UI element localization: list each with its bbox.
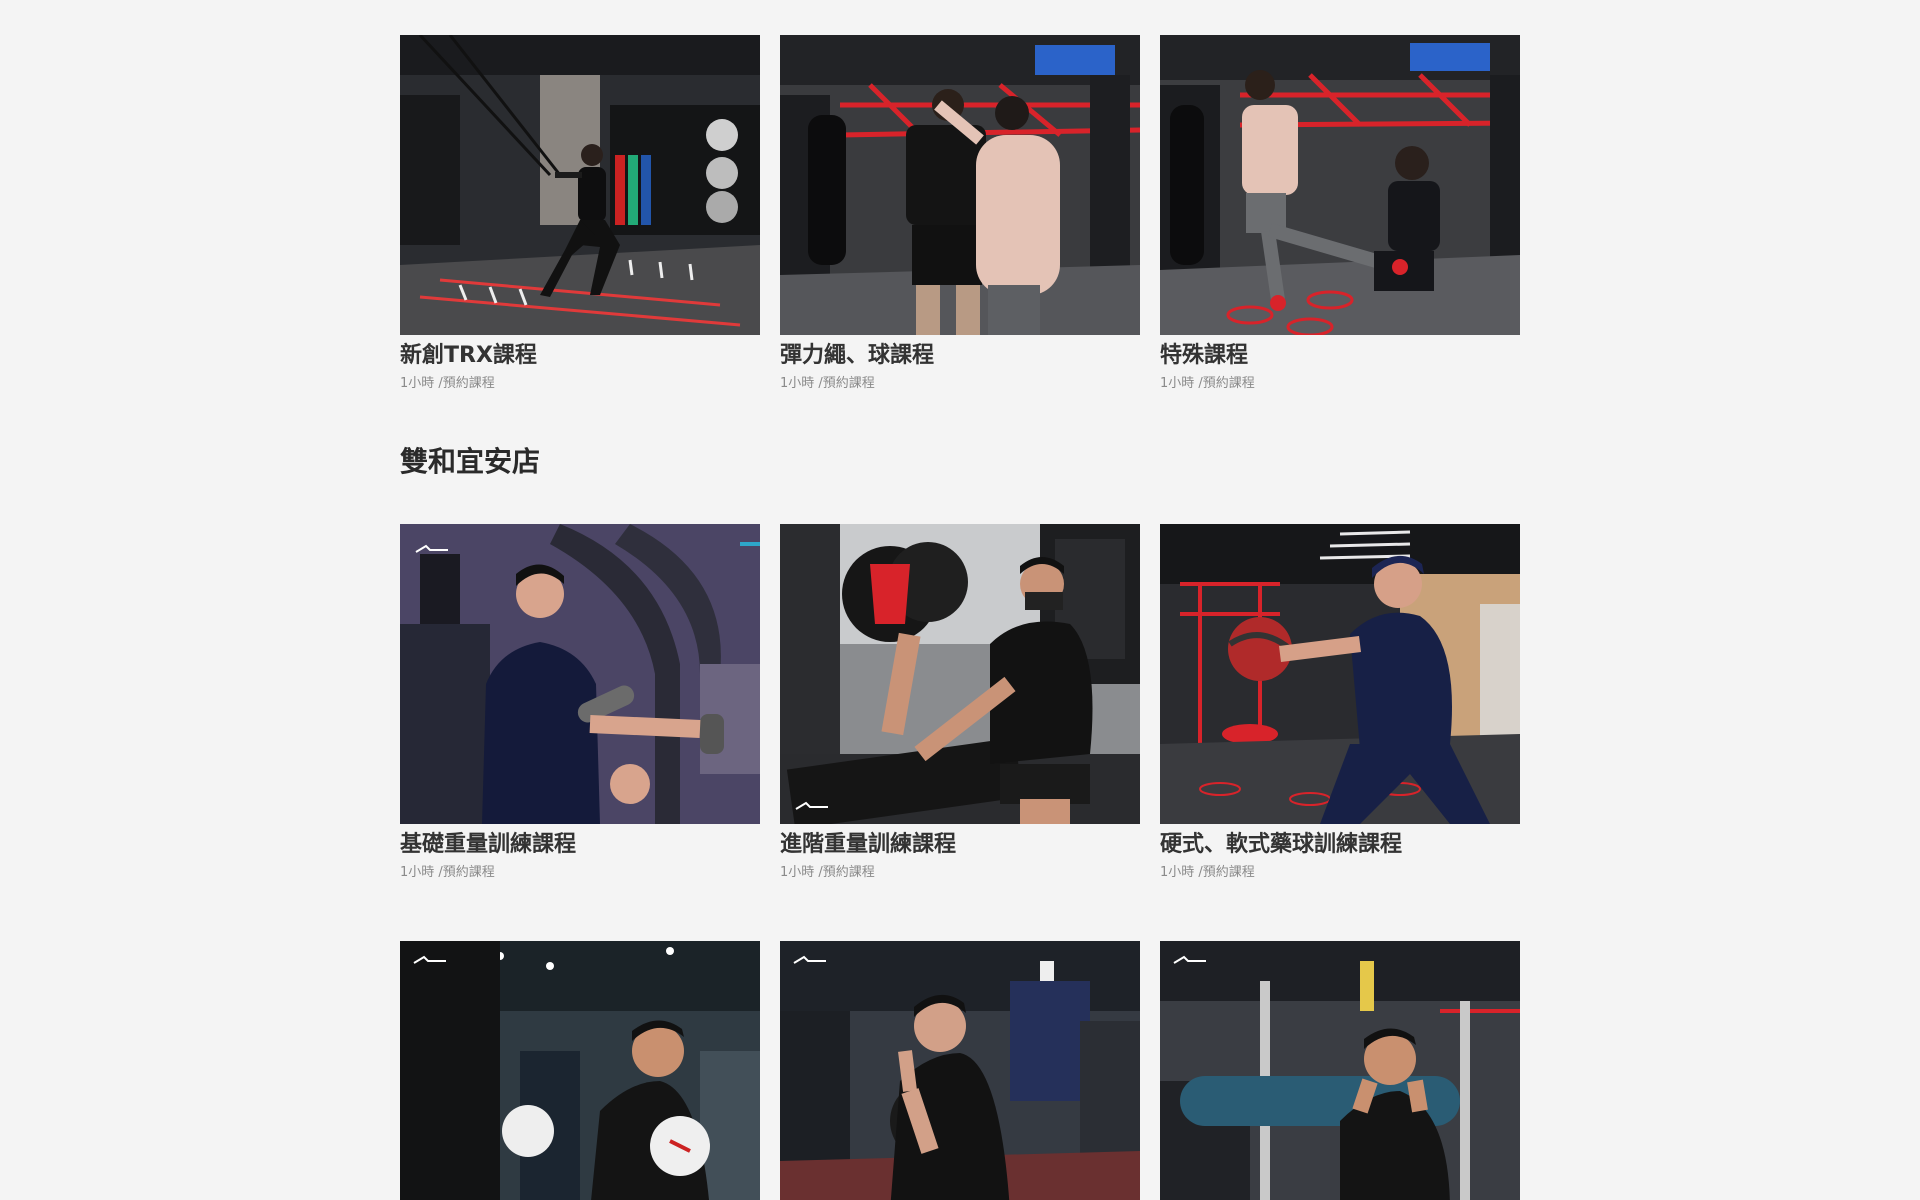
- course-photo-special[interactable]: [1160, 35, 1520, 335]
- course-photo-trx[interactable]: [400, 35, 760, 335]
- course-photo-resistance-band[interactable]: [780, 35, 1140, 335]
- course-photo-medicine-ball[interactable]: [1160, 524, 1520, 824]
- course-meta: 1小時 /預約課程: [400, 865, 495, 880]
- course-card-boxing[interactable]: [400, 941, 760, 1200]
- course-title[interactable]: 彈力繩、球課程: [780, 342, 1140, 370]
- course-card-special[interactable]: 特殊課程 1小時 /預約課程: [1160, 35, 1520, 392]
- course-grid-top: 新創TRX課程 1小時 /預約課程 彈力繩、球課程 1小時 /預約課程 特殊課程…: [400, 35, 1520, 392]
- course-photo-foam-roller[interactable]: [1160, 941, 1520, 1200]
- course-grid-store-more: [400, 941, 1520, 1200]
- course-card-foam-roller[interactable]: [1160, 941, 1520, 1200]
- course-title[interactable]: 基礎重量訓練課程: [400, 831, 760, 859]
- course-card-advanced-weight[interactable]: 進階重量訓練課程 1小時 /預約課程: [780, 524, 1140, 881]
- course-meta: 1小時 /預約課程: [1160, 376, 1255, 391]
- course-card-kettlebell[interactable]: [780, 941, 1140, 1200]
- course-card-basic-weight[interactable]: 基礎重量訓練課程 1小時 /預約課程: [400, 524, 760, 881]
- course-title[interactable]: 進階重量訓練課程: [780, 831, 1140, 859]
- course-meta: 1小時 /預約課程: [780, 376, 875, 391]
- course-grid-store: 基礎重量訓練課程 1小時 /預約課程 進階重量訓練課程 1小時 /預約課程 硬式…: [400, 524, 1520, 881]
- store-heading: 雙和宜安店: [400, 445, 541, 478]
- course-photo-advanced-weight[interactable]: [780, 524, 1140, 824]
- course-title[interactable]: 硬式、軟式藥球訓練課程: [1160, 831, 1520, 859]
- course-meta: 1小時 /預約課程: [780, 865, 875, 880]
- course-photo-kettlebell[interactable]: [780, 941, 1140, 1200]
- course-photo-basic-weight[interactable]: [400, 524, 760, 824]
- course-photo-boxing[interactable]: [400, 941, 760, 1200]
- course-card-medicine-ball[interactable]: 硬式、軟式藥球訓練課程 1小時 /預約課程: [1160, 524, 1520, 881]
- course-listing-page: 新創TRX課程 1小時 /預約課程 彈力繩、球課程 1小時 /預約課程 特殊課程…: [0, 0, 1920, 1200]
- course-title[interactable]: 特殊課程: [1160, 342, 1520, 370]
- course-meta: 1小時 /預約課程: [1160, 865, 1255, 880]
- course-card-resistance-band[interactable]: 彈力繩、球課程 1小時 /預約課程: [780, 35, 1140, 392]
- course-meta: 1小時 /預約課程: [400, 376, 495, 391]
- course-card-trx[interactable]: 新創TRX課程 1小時 /預約課程: [400, 35, 760, 392]
- course-title[interactable]: 新創TRX課程: [400, 342, 760, 370]
